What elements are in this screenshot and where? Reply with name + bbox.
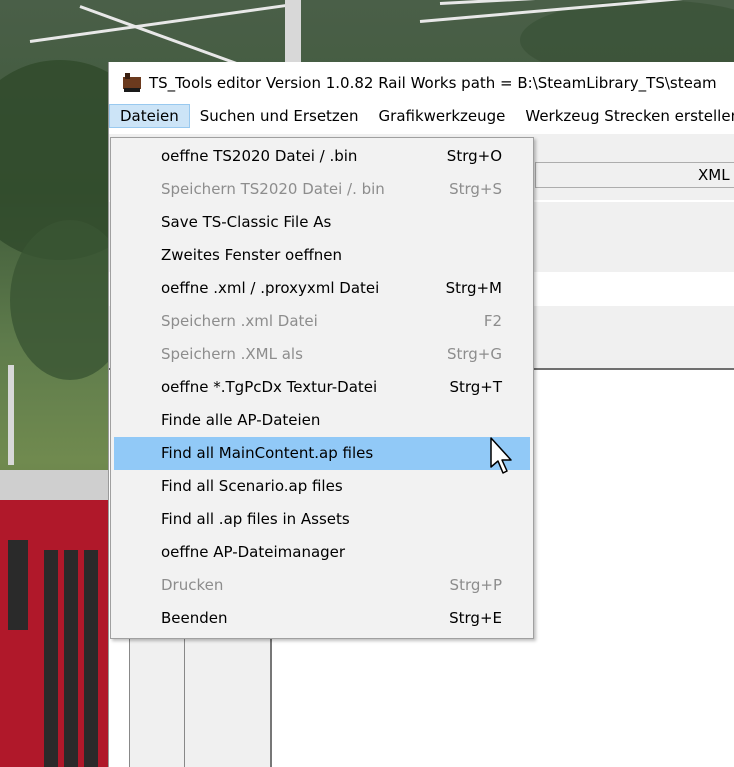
menu-item-find-assets-ap[interactable]: Find all .ap files in Assets [114, 503, 530, 536]
tree-panel[interactable] [129, 637, 272, 767]
menu-item-find-scenario[interactable]: Find all Scenario.ap files [114, 470, 530, 503]
menu-item-find-maincontent[interactable]: Find all MainContent.ap files [114, 437, 530, 470]
menu-item-exit[interactable]: Beenden Strg+E [114, 602, 530, 635]
dateien-dropdown-menu: oeffne TS2020 Datei / .bin Strg+O Speiche… [110, 137, 534, 639]
menu-item-save-ts-classic[interactable]: Save TS-Classic File As [114, 206, 530, 239]
menu-item-find-ap-files[interactable]: Finde alle AP-Dateien [114, 404, 530, 437]
menu-item-print[interactable]: Drucken Strg+P [114, 569, 530, 602]
menu-bar: Dateien Suchen und Ersetzen Grafikwerkze… [109, 104, 734, 128]
menu-grafikwerkzeuge[interactable]: Grafikwerkzeuge [369, 104, 516, 128]
menu-suchen-und-ersetzen[interactable]: Suchen und Ersetzen [190, 104, 369, 128]
menu-werkzeug-strecken[interactable]: Werkzeug Strecken erstellen [515, 104, 734, 128]
xml-tab-button[interactable]: XML [535, 162, 734, 188]
menu-item-save-xml[interactable]: Speichern .xml Datei F2 [114, 305, 530, 338]
menu-item-second-window[interactable]: Zweites Fenster oeffnen [114, 239, 530, 272]
mouse-cursor-icon [490, 437, 512, 474]
menu-item-save-ts2020[interactable]: Speichern TS2020 Datei /. bin Strg+S [114, 173, 530, 206]
menu-item-open-texture[interactable]: oeffne *.TgPcDx Textur-Datei Strg+T [114, 371, 530, 404]
menu-item-save-xml-as[interactable]: Speichern .XML als Strg+G [114, 338, 530, 371]
menu-dateien[interactable]: Dateien [109, 104, 190, 128]
menu-item-ap-manager[interactable]: oeffne AP-Dateimanager [114, 536, 530, 569]
window-title: TS_Tools editor Version 1.0.82 Rail Work… [149, 74, 717, 92]
menu-item-open-ts2020[interactable]: oeffne TS2020 Datei / .bin Strg+O [114, 140, 530, 173]
menu-item-open-xml[interactable]: oeffne .xml / .proxyxml Datei Strg+M [114, 272, 530, 305]
locomotive-icon [121, 73, 143, 93]
title-bar: TS_Tools editor Version 1.0.82 Rail Work… [109, 62, 734, 104]
